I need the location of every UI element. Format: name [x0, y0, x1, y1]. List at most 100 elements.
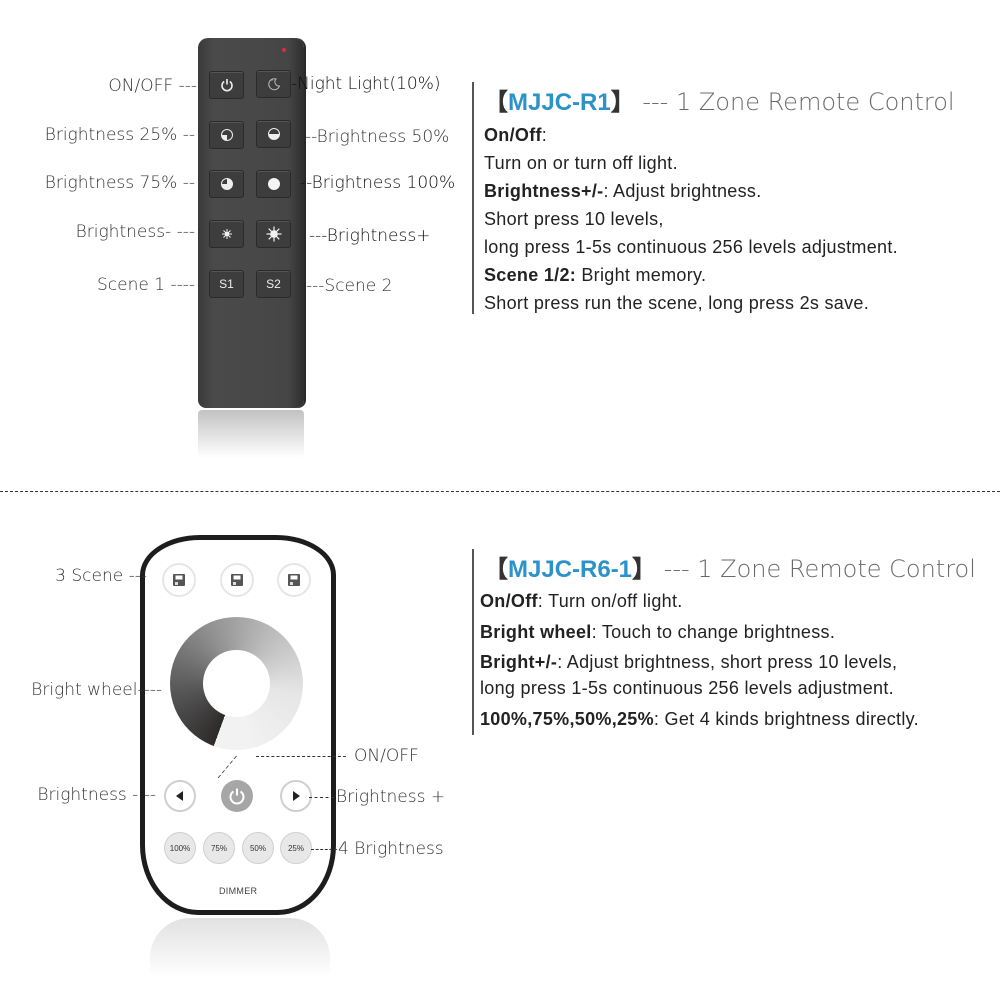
label-brightness-plus-r6: Brightness + [336, 787, 446, 807]
description-r1: 【MJJC-R1】 --- 1 Zone Remote Control On/O… [472, 82, 955, 314]
description-text: Turn on or turn off light. [484, 153, 678, 173]
description-line: Scene 1/2: Bright memory. [484, 261, 955, 289]
save-icon [288, 574, 300, 586]
description-text: : Turn on/off light. [537, 591, 683, 611]
label-brightness-100: --Brightness 100% [300, 173, 456, 193]
label-brightness-plus: ---Brightness+ [309, 226, 431, 246]
power-icon [220, 79, 233, 92]
brightness-plus-button-r6[interactable] [280, 780, 312, 812]
brightness-75-button-r6[interactable]: 75% [203, 832, 235, 864]
description-line: Bright wheel: Touch to change brightness… [480, 616, 976, 648]
description-r6-title: 【MJJC-R6-1】 --- 1 Zone Remote Control [484, 549, 976, 584]
scene-button-1[interactable] [162, 563, 196, 597]
model-subtitle: --- 1 Zone Remote Control [663, 555, 976, 583]
percent-label: 50% [249, 843, 266, 853]
section-divider [0, 491, 1000, 492]
save-icon [173, 574, 185, 586]
description-text: Short press 10 levels, [484, 209, 664, 229]
description-line: long press 1-5s continuous 256 levels ad… [484, 233, 955, 261]
description-term: Bright wheel [480, 622, 592, 642]
model-name: MJJC-R6-1 [508, 556, 633, 583]
label-bright-wheel: Bright wheel---- [31, 680, 162, 700]
brightness-50-button[interactable] [256, 120, 291, 148]
description-term: Bright+/- [480, 652, 558, 672]
description-text: : Adjust brightness, short press 10 leve… [557, 652, 898, 672]
remote-r6-reflection [150, 918, 330, 978]
percent-label: 25% [287, 843, 304, 853]
brightness-plus-button[interactable] [256, 220, 291, 248]
description-line: On/Off: Turn on/off light. [480, 586, 976, 616]
on-off-button-r6[interactable] [221, 780, 253, 812]
scene-1-label: S1 [219, 277, 234, 291]
bracket-open: 【 [484, 555, 508, 583]
description-r6: 【MJJC-R6-1】 --- 1 Zone Remote Control On… [472, 549, 976, 735]
description-term: On/Off [484, 125, 542, 145]
bracket-close: 】 [632, 555, 657, 583]
scene-button-2[interactable] [220, 563, 254, 597]
on-off-button[interactable] [209, 71, 244, 99]
brightness-100-button[interactable] [256, 170, 291, 198]
description-text: long press 1-5s continuous 256 levels ad… [484, 237, 898, 257]
description-line: Turn on or turn off light. [484, 149, 955, 177]
description-r1-lines: On/Off: Turn on or turn off light. Brightn… [484, 121, 955, 317]
scene-1-button[interactable]: S1 [209, 270, 244, 298]
label-night-light: -Night Light(10%) [291, 74, 441, 94]
night-light-button[interactable] [256, 70, 291, 98]
brightness-wheel-center [203, 650, 270, 717]
power-icon [229, 788, 245, 805]
scene-2-button[interactable]: S2 [256, 270, 291, 298]
label-scene-2: ---Scene 2 [306, 276, 393, 296]
save-icon [231, 574, 243, 586]
description-line: long press 1-5s continuous 256 levels ad… [480, 676, 976, 700]
description-text: : Touch to change brightness. [591, 622, 836, 642]
percent-label: 75% [210, 843, 227, 853]
three-quarter-circle-icon [220, 178, 233, 190]
brightness-minus-button[interactable] [209, 220, 244, 248]
label-on-off-r6: ON/OFF [354, 746, 419, 766]
label-brightness-25: Brightness 25% -- [44, 125, 195, 145]
remote-r1-reflection [198, 410, 304, 458]
description-term: 100%,75%,50%,25% [480, 709, 654, 729]
brand-text: DIMMER [219, 886, 258, 896]
four-brightness-callout-line [311, 849, 337, 850]
triangle-right-icon [293, 791, 300, 801]
description-text: : Get 4 kinds brightness directly. [653, 709, 919, 729]
model-subtitle: --- 1 Zone Remote Control [642, 88, 955, 116]
scene-2-label: S2 [266, 277, 281, 291]
description-term: Scene 1/2: [484, 265, 577, 285]
label-brightness-50: --Brightness 50% [305, 127, 450, 147]
quarter-circle-icon [220, 129, 233, 141]
label-brightness-minus: Brightness- --- [75, 222, 195, 242]
description-text: long press 1-5s continuous 256 levels ad… [480, 678, 894, 698]
description-text: Short press run the scene, long press 2s… [484, 293, 869, 313]
bracket-close: 】 [610, 88, 635, 116]
description-line: Short press 10 levels, [484, 205, 955, 233]
description-r6-lines: On/Off: Turn on/off light. Bright wheel: … [480, 586, 976, 738]
label-brightness-minus-r6: Brightness - -- [37, 785, 156, 805]
model-name: MJJC-R1 [508, 89, 611, 116]
description-term: On/Off [480, 591, 538, 611]
full-circle-icon [267, 178, 280, 190]
bracket-open: 【 [484, 88, 508, 116]
description-text: : [541, 125, 548, 145]
half-circle-icon [267, 128, 280, 140]
brightness-75-button[interactable] [209, 170, 244, 198]
brightness-50-button-r6[interactable]: 50% [242, 832, 274, 864]
label-4-brightness: 4 Brightness [338, 839, 444, 859]
large-sun-icon [266, 226, 281, 242]
brightness-100-button-r6[interactable]: 100% [164, 832, 196, 864]
description-r1-title: 【MJJC-R1】 --- 1 Zone Remote Control [484, 82, 955, 117]
triangle-left-icon [176, 791, 183, 801]
scene-button-3[interactable] [277, 563, 311, 597]
description-line: 100%,75%,50%,25%: Get 4 kinds brightness… [480, 700, 976, 738]
brightness-25-button-r6[interactable]: 25% [280, 832, 312, 864]
description-text: Bright memory. [576, 265, 707, 285]
brightness-25-button[interactable] [209, 121, 244, 149]
label-scene-1: Scene 1 ---- [97, 275, 195, 295]
brightness-minus-button[interactable] [164, 780, 196, 812]
moon-icon [267, 78, 280, 91]
brightness-plus-callout-line [309, 797, 334, 798]
description-line: Short press run the scene, long press 2s… [484, 289, 955, 317]
on-off-callout-line [256, 756, 346, 757]
description-line: Bright+/-: Adjust brightness, short pres… [480, 648, 976, 676]
